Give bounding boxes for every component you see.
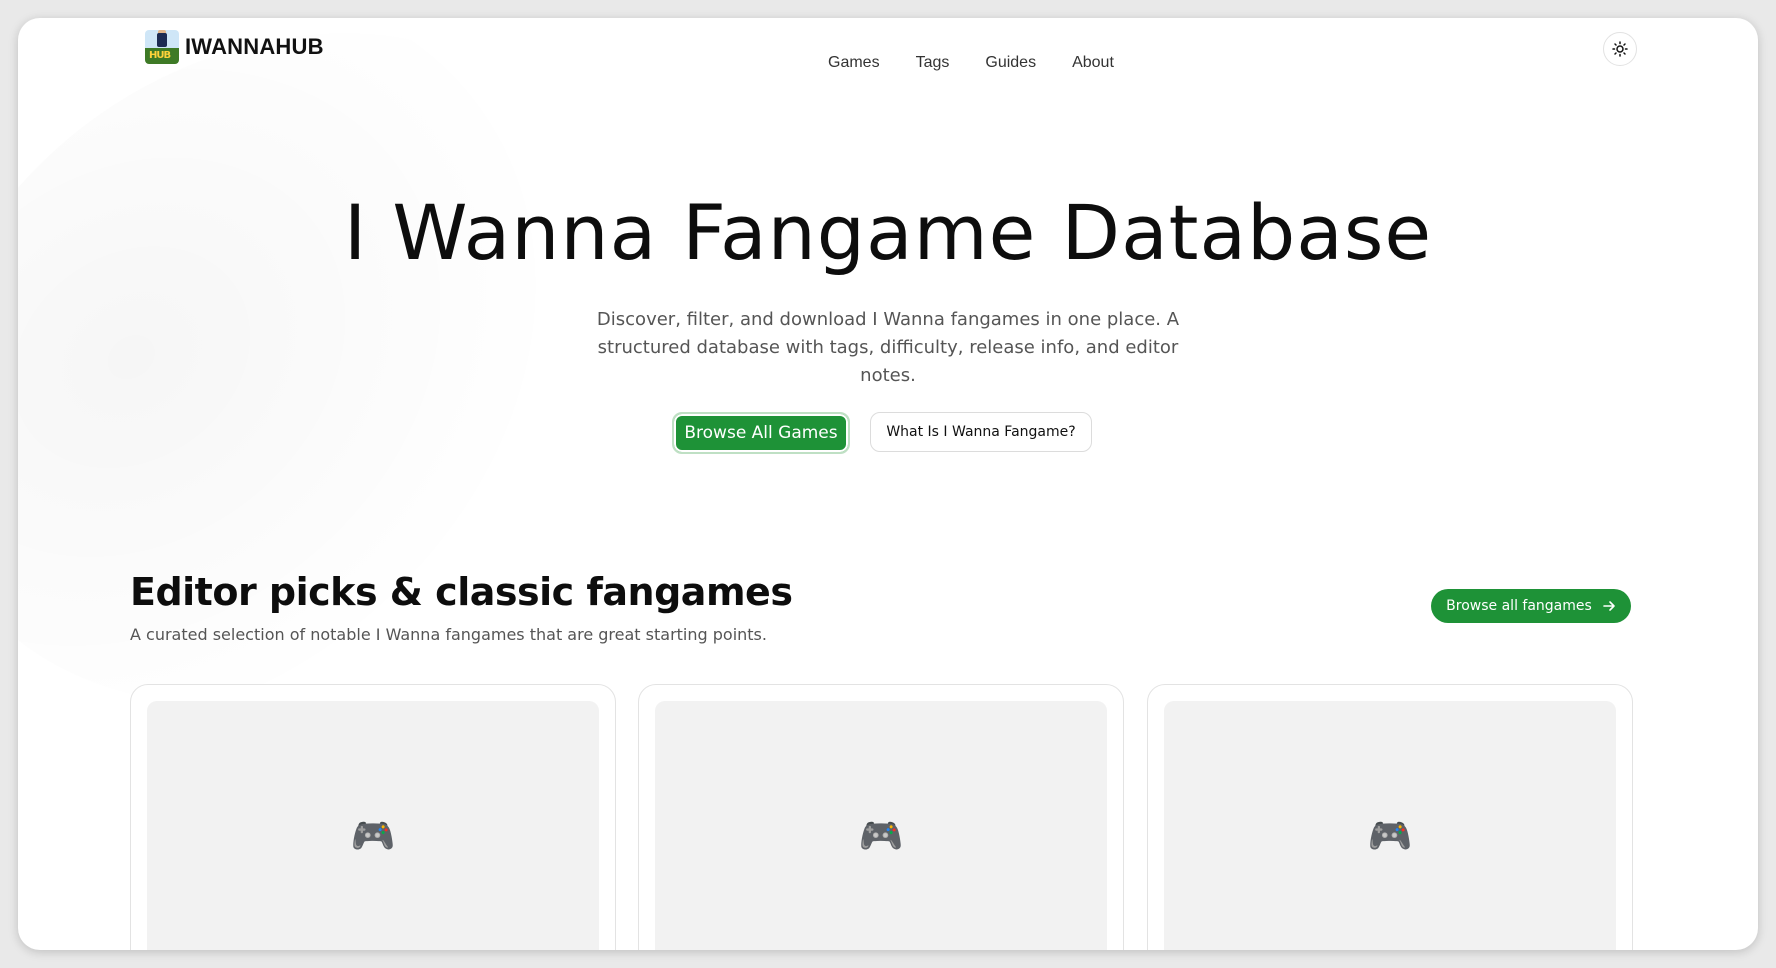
arrow-right-icon bbox=[1603, 601, 1615, 611]
nav-tags[interactable]: Tags bbox=[916, 54, 950, 72]
site-header: HUB IWANNAHUB Games Tags Guides About bbox=[18, 18, 1758, 82]
game-thumbnail: 🎮 bbox=[147, 701, 599, 950]
nav-guides[interactable]: Guides bbox=[985, 54, 1036, 72]
gamepad-icon: 🎮 bbox=[350, 816, 396, 857]
game-card[interactable]: 🎮 bbox=[130, 684, 616, 950]
nav-games[interactable]: Games bbox=[828, 54, 880, 72]
theme-toggle-button[interactable] bbox=[1603, 32, 1637, 66]
game-thumbnail: 🎮 bbox=[1164, 701, 1616, 950]
browser-page: HUB IWANNAHUB Games Tags Guides About I … bbox=[18, 18, 1758, 950]
sun-icon bbox=[1612, 41, 1628, 57]
nav-about[interactable]: About bbox=[1072, 54, 1114, 72]
game-card[interactable]: 🎮 bbox=[1147, 684, 1633, 950]
section-title: Editor picks & classic fangames bbox=[130, 570, 793, 614]
main-nav: Games Tags Guides About bbox=[828, 54, 1150, 72]
logo-icon: HUB bbox=[145, 30, 179, 64]
game-thumbnail: 🎮 bbox=[655, 701, 1107, 950]
gamepad-icon: 🎮 bbox=[858, 816, 904, 857]
brand-link[interactable]: HUB IWANNAHUB bbox=[145, 30, 324, 64]
what-is-fangame-button[interactable]: What Is I Wanna Fangame? bbox=[870, 412, 1092, 452]
brand-name: IWANNAHUB bbox=[185, 34, 324, 59]
game-card[interactable]: 🎮 bbox=[638, 684, 1124, 950]
gamepad-icon: 🎮 bbox=[1367, 816, 1413, 857]
browse-all-games-button[interactable]: Browse All Games bbox=[672, 412, 850, 454]
section-subtitle: A curated selection of notable I Wanna f… bbox=[130, 625, 767, 644]
logo-text: HUB bbox=[149, 50, 171, 61]
hero-subtitle: Discover, filter, and download I Wanna f… bbox=[596, 309, 1180, 386]
browse-all-fangames-button[interactable]: Browse all fangames bbox=[1431, 589, 1631, 623]
hero-title: I Wanna Fangame Database bbox=[343, 188, 1433, 277]
browse-all-fangames-label: Browse all fangames bbox=[1446, 598, 1592, 614]
